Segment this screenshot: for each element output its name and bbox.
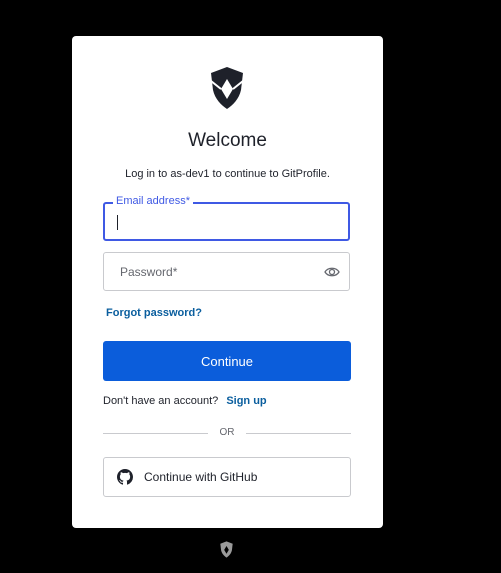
login-card: Welcome Log in to as-dev1 to continue to… (72, 36, 383, 528)
forgot-password-link[interactable]: Forgot password? (106, 307, 202, 319)
eye-icon[interactable] (324, 265, 340, 279)
continue-button[interactable]: Continue (103, 341, 351, 381)
github-login-button[interactable]: Continue with GitHub (103, 457, 351, 497)
password-field[interactable]: Password* (103, 252, 350, 291)
text-cursor (117, 215, 118, 230)
github-button-label: Continue with GitHub (144, 470, 258, 484)
divider-or: OR (219, 427, 235, 438)
page-title: Welcome (188, 130, 267, 151)
signup-link[interactable]: Sign up (226, 395, 266, 407)
shield-logo-icon (210, 67, 244, 109)
email-field[interactable]: Email address* (103, 195, 350, 241)
divider-right (246, 433, 351, 434)
signup-row: Don't have an account? Sign up (103, 395, 267, 407)
no-account-text: Don't have an account? (103, 395, 219, 407)
email-label: Email address* (113, 195, 193, 207)
password-placeholder: Password* (120, 265, 178, 279)
divider-left (103, 433, 208, 434)
github-icon (117, 469, 133, 485)
login-subtitle: Log in to as-dev1 to continue to GitProf… (125, 168, 330, 180)
footer-shield-icon (220, 541, 233, 558)
